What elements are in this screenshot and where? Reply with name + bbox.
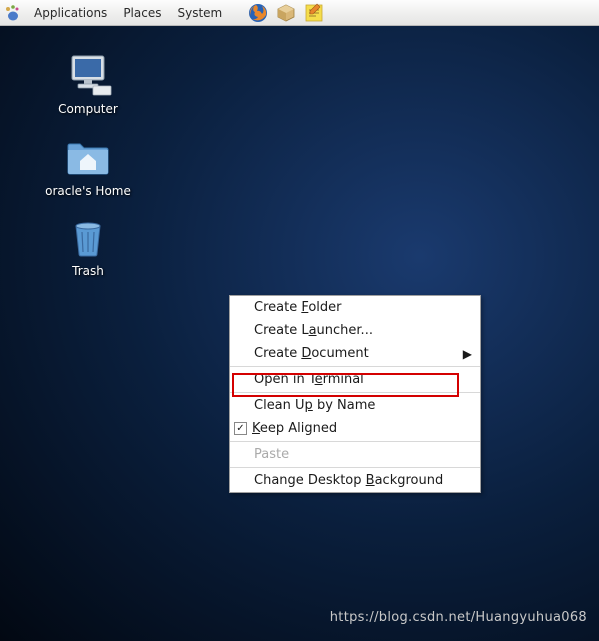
- trash-icon: [64, 212, 112, 260]
- home-label: oracle's Home: [28, 184, 148, 198]
- menu-places[interactable]: Places: [115, 2, 169, 24]
- package-icon[interactable]: [275, 2, 297, 24]
- computer-label: Computer: [28, 102, 148, 116]
- desktop-icon-trash[interactable]: Trash: [28, 212, 148, 278]
- top-menubar: Applications Places System: [0, 0, 599, 26]
- notes-icon[interactable]: [303, 2, 325, 24]
- menu-create-launcher[interactable]: Create Launcher...: [230, 319, 480, 342]
- desktop-icon-home[interactable]: oracle's Home: [28, 132, 148, 198]
- menu-open-terminal[interactable]: Open in Terminal: [230, 368, 480, 391]
- menu-separator: [230, 366, 480, 367]
- checkbox-icon: ✓: [234, 422, 247, 435]
- menu-separator: [230, 467, 480, 468]
- trash-label: Trash: [28, 264, 148, 278]
- menu-create-document[interactable]: Create Document ▶: [230, 342, 480, 365]
- desktop-icon-computer[interactable]: Computer: [28, 50, 148, 116]
- menu-separator: [230, 392, 480, 393]
- menu-clean-up[interactable]: Clean Up by Name: [230, 394, 480, 417]
- watermark: https://blog.csdn.net/Huangyuhua068: [330, 610, 587, 625]
- firefox-icon[interactable]: [247, 2, 269, 24]
- home-folder-icon: [64, 132, 112, 180]
- menu-keep-aligned[interactable]: ✓ Keep Aligned: [230, 417, 480, 440]
- menu-separator: [230, 441, 480, 442]
- gnome-foot-icon: [4, 4, 22, 22]
- computer-icon: [64, 50, 112, 98]
- desktop[interactable]: Computer oracle's Home Trash Create F: [0, 26, 599, 641]
- menu-change-background[interactable]: Change Desktop Background: [230, 469, 480, 492]
- menu-system[interactable]: System: [169, 2, 230, 24]
- menu-create-folder[interactable]: Create Folder: [230, 296, 480, 319]
- menu-applications[interactable]: Applications: [26, 2, 115, 24]
- menu-paste: Paste: [230, 443, 480, 466]
- submenu-arrow-icon: ▶: [463, 347, 472, 361]
- desktop-context-menu: Create Folder Create Launcher... Create …: [229, 295, 481, 493]
